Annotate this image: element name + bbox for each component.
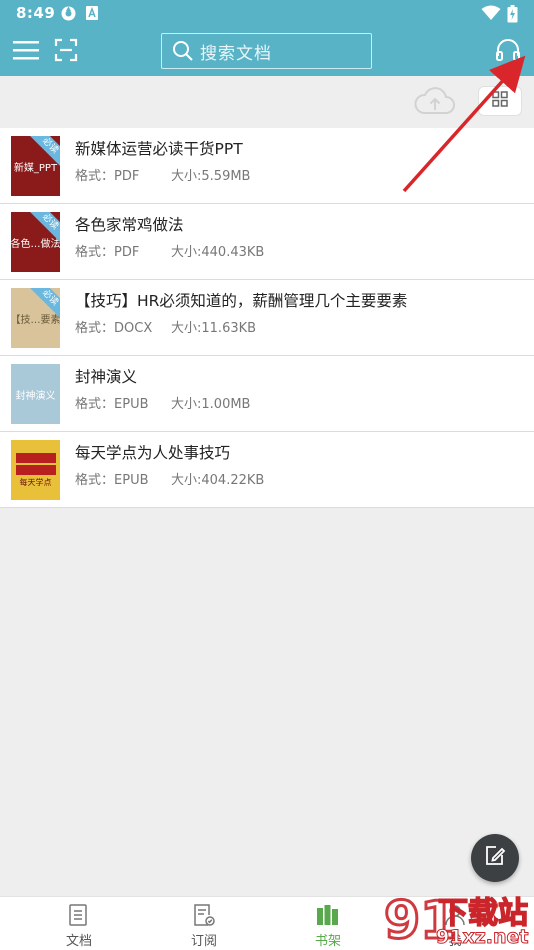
audio-button[interactable]: [490, 34, 526, 70]
format-value: EPUB: [114, 397, 149, 412]
size-value: 5.59MB: [201, 169, 251, 184]
document-cover: 【技…要素 必读: [11, 288, 60, 348]
headphones-icon: [495, 38, 521, 66]
menu-icon: [12, 39, 40, 65]
search-placeholder: 搜索文档: [200, 43, 272, 64]
size-label: 大小:: [171, 169, 202, 184]
format-label: 格式：: [75, 245, 115, 260]
tab-subscribe[interactable]: 订阅: [154, 897, 254, 950]
size-value: 11.63KB: [201, 321, 257, 336]
cover-title-band: [15, 452, 56, 463]
new-note-fab[interactable]: [471, 834, 519, 882]
document-item[interactable]: 新媒_PPT 必读 新媒体运营必读干货PPT 格式：PDF 大小:5.59MB: [0, 128, 534, 204]
search-input[interactable]: 搜索文档: [161, 33, 372, 69]
format-label: 格式：: [75, 397, 115, 412]
document-cover: 每天学点: [11, 440, 60, 500]
cloud-upload-icon[interactable]: [413, 86, 457, 120]
app-notification-icon: [60, 5, 77, 26]
status-time: 8:49: [16, 4, 56, 22]
cover-text: 【技…要素: [11, 314, 60, 326]
status-bar: 8:49: [0, 0, 534, 28]
scan-icon: [54, 38, 78, 66]
size-value: 404.22KB: [201, 473, 265, 488]
menu-button[interactable]: [8, 34, 44, 70]
document-list: 新媒_PPT 必读 新媒体运营必读干货PPT 格式：PDF 大小:5.59MB …: [0, 128, 534, 508]
document-cover: 封神演义: [11, 364, 60, 424]
cover-text: 每天学点: [19, 477, 52, 487]
cover-title-band: [15, 464, 56, 475]
keyboard-notification-icon: [85, 5, 99, 25]
tab-label: 文档: [65, 934, 92, 949]
size-value: 440.43KB: [201, 245, 265, 260]
tab-bookshelf[interactable]: 书架: [278, 897, 378, 950]
format-label: 格式：: [75, 321, 115, 336]
tab-label: 书架: [314, 934, 341, 949]
size-label: 大小:: [171, 397, 202, 412]
scan-button[interactable]: [48, 34, 84, 70]
grid-view-icon: [492, 91, 508, 111]
document-title: 封神演义: [75, 368, 138, 386]
document-title: 各色家常鸡做法: [75, 216, 184, 234]
document-meta: 格式：PDF 大小:440.43KB: [75, 241, 264, 260]
document-icon: [67, 903, 89, 931]
edit-icon: [483, 844, 507, 872]
size-value: 1.00MB: [201, 397, 251, 412]
document-meta: 格式：PDF 大小:5.59MB: [75, 165, 250, 184]
document-item[interactable]: 各色…做法 必读 各色家常鸡做法 格式：PDF 大小:440.43KB: [0, 204, 534, 280]
size-label: 大小:: [171, 473, 202, 488]
format-value: DOCX: [114, 321, 153, 336]
app-header: 搜索文档: [0, 28, 534, 76]
subscribe-icon: [192, 903, 216, 931]
format-label: 格式：: [75, 473, 115, 488]
size-label: 大小:: [171, 245, 202, 260]
tab-label: 订阅: [190, 934, 217, 949]
shelf-toolbar: [0, 76, 534, 128]
format-value: EPUB: [114, 473, 149, 488]
format-label: 格式：: [75, 169, 115, 184]
battery-icon: [507, 5, 518, 27]
format-value: PDF: [114, 169, 140, 184]
cover-text: 新媒_PPT: [13, 162, 58, 174]
document-item[interactable]: 【技…要素 必读 【技巧】HR必须知道的，薪酬管理几个主要要素 格式：DOCX …: [0, 280, 534, 356]
document-cover: 新媒_PPT 必读: [11, 136, 60, 196]
document-meta: 格式：DOCX 大小:11.63KB: [75, 317, 256, 336]
tab-documents[interactable]: 文档: [29, 897, 129, 950]
document-meta: 格式：EPUB 大小:1.00MB: [75, 393, 250, 412]
format-value: PDF: [114, 245, 140, 260]
document-title: 新媒体运营必读干货PPT: [75, 140, 243, 158]
wifi-icon: [481, 5, 501, 25]
cover-text: 各色…做法: [11, 238, 60, 250]
cover-text: 封神演义: [15, 390, 56, 402]
site-watermark: 91 下载站 91xz.net: [380, 882, 534, 950]
grid-view-button[interactable]: [478, 86, 522, 116]
document-cover: 各色…做法 必读: [11, 212, 60, 272]
document-item[interactable]: 封神演义 封神演义 格式：EPUB 大小:1.00MB: [0, 356, 534, 432]
watermark-site: 91xz.net: [435, 926, 529, 949]
document-title: 【技巧】HR必须知道的，薪酬管理几个主要要素: [75, 292, 408, 310]
document-title: 每天学点为人处事技巧: [75, 444, 231, 462]
document-item[interactable]: 每天学点 每天学点为人处事技巧 格式：EPUB 大小:404.22KB: [0, 432, 534, 508]
search-icon: [172, 40, 194, 62]
size-label: 大小:: [171, 321, 202, 336]
document-meta: 格式：EPUB 大小:404.22KB: [75, 469, 264, 488]
bookshelf-icon: [316, 903, 340, 931]
